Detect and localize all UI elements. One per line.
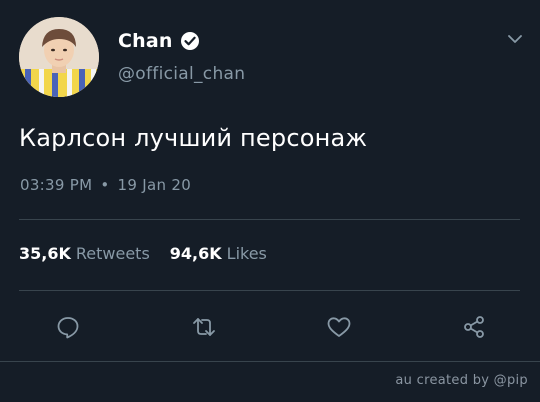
avatar-image	[19, 17, 99, 97]
verified-badge-icon	[180, 31, 200, 51]
like-stat[interactable]: 94,6K Likes	[170, 244, 267, 263]
divider	[19, 219, 520, 220]
display-name-row: Chan	[118, 28, 200, 54]
share-icon	[464, 316, 484, 338]
display-name[interactable]: Chan	[118, 30, 173, 52]
like-label: Likes	[226, 244, 267, 263]
meta-separator: •	[100, 176, 110, 194]
reply-button[interactable]	[54, 313, 82, 341]
watermark: au created by @pip	[395, 373, 528, 388]
tweet-card: Chan @official_chan Карлсон лучший персо…	[0, 0, 540, 402]
retweet-button[interactable]	[190, 313, 218, 341]
heart-icon	[327, 317, 351, 337]
tweet-text: Карлсон лучший персонаж	[19, 124, 368, 152]
share-button[interactable]	[460, 313, 488, 341]
like-button[interactable]	[325, 313, 353, 341]
tweet-time: 03:39 PM	[20, 176, 93, 194]
like-count: 94,6K	[169, 244, 222, 263]
reply-icon	[57, 317, 79, 339]
tweet-timestamp[interactable]: 03:39 PM • 19 Jan 20	[20, 176, 191, 194]
retweet-icon	[193, 318, 215, 336]
retweet-count: 35,6K	[19, 244, 71, 263]
tweet-date: 19 Jan 20	[117, 176, 192, 194]
divider	[0, 361, 540, 362]
engagement-stats: 35,6K Retweets 94,6K Likes	[19, 244, 267, 263]
chevron-down-icon[interactable]	[506, 30, 524, 48]
retweet-label: Retweets	[75, 244, 150, 263]
divider	[19, 290, 520, 291]
retweet-stat[interactable]: 35,6K Retweets	[19, 244, 150, 263]
username[interactable]: @official_chan	[118, 64, 245, 84]
avatar[interactable]	[19, 17, 99, 97]
